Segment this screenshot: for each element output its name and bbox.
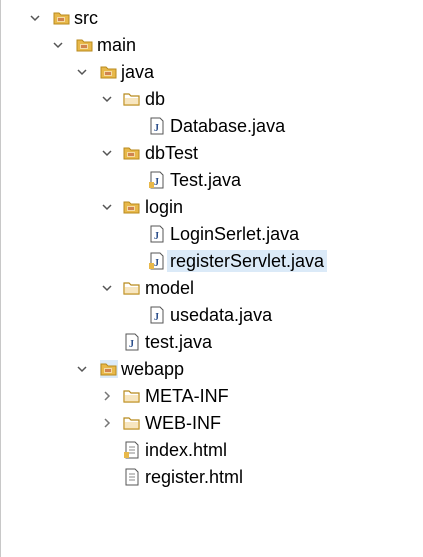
tree-item-register-html[interactable]: register.html: [0, 464, 423, 491]
chevron-down-icon[interactable]: [29, 12, 41, 24]
package-folder-icon: [100, 63, 118, 81]
package-folder-icon: [76, 36, 94, 54]
java-file-modified-icon: J: [148, 252, 166, 270]
tree-item-label: dbTest: [145, 143, 199, 163]
chevron-down-icon[interactable]: [52, 39, 64, 51]
tree-item-label: main: [97, 35, 137, 55]
tree-item-db[interactable]: db: [0, 86, 423, 113]
tree-item-label: webapp: [121, 359, 185, 379]
java-file-icon: J: [148, 225, 166, 243]
svg-text:J: J: [154, 231, 159, 242]
tree-item-label: registerServlet.java: [167, 250, 328, 272]
package-folder-icon: [123, 144, 141, 162]
chevron-down-icon[interactable]: [101, 282, 113, 294]
chevron-right-icon[interactable]: [101, 417, 113, 429]
svg-text:J: J: [154, 312, 159, 323]
folder-icon: [123, 279, 141, 297]
tree-item-label: model: [145, 278, 195, 298]
tree-item-usedata-java[interactable]: J usedata.java: [0, 302, 423, 329]
java-file-icon: J: [123, 333, 141, 351]
package-folder-icon: [53, 9, 71, 27]
tree-item-loginserlet-java[interactable]: J LoginSerlet.java: [0, 221, 423, 248]
tree-item-registerservlet-java[interactable]: J registerServlet.java: [0, 248, 423, 275]
tree-item-label: db: [145, 89, 166, 109]
svg-text:J: J: [154, 177, 159, 188]
java-file-icon: J: [148, 306, 166, 324]
tree-item-model[interactable]: model: [0, 275, 423, 302]
folder-icon: [123, 90, 141, 108]
chevron-down-icon[interactable]: [101, 147, 113, 159]
tree-item-webapp[interactable]: webapp: [0, 356, 423, 383]
chevron-down-icon[interactable]: [76, 363, 88, 375]
folder-icon: [123, 414, 141, 432]
tree-item-label: usedata.java: [170, 305, 273, 325]
tree-item-login[interactable]: login: [0, 194, 423, 221]
tree-item-label: register.html: [145, 467, 244, 487]
java-file-modified-icon: J: [148, 171, 166, 189]
tree-item-test-java-lower[interactable]: J test.java: [0, 329, 423, 356]
tree-item-label: java: [121, 62, 155, 82]
java-file-icon: J: [148, 117, 166, 135]
chevron-right-icon[interactable]: [101, 390, 113, 402]
tree-item-index-html[interactable]: index.html: [0, 437, 423, 464]
tree-item-src[interactable]: src: [0, 5, 423, 32]
html-file-icon: [123, 468, 141, 486]
tree-item-web-inf[interactable]: WEB-INF: [0, 410, 423, 437]
tree-item-main[interactable]: main: [0, 32, 423, 59]
tree-item-label: Test.java: [170, 170, 242, 190]
tree-item-label: login: [145, 197, 184, 217]
chevron-down-icon[interactable]: [101, 201, 113, 213]
folder-icon: [123, 387, 141, 405]
tree-item-meta-inf[interactable]: META-INF: [0, 383, 423, 410]
tree-item-label: WEB-INF: [145, 413, 221, 433]
tree-item-label: test.java: [145, 332, 213, 352]
tree-item-label: META-INF: [145, 386, 229, 406]
tree-item-label: LoginSerlet.java: [170, 224, 300, 244]
tree-item-label: index.html: [145, 440, 228, 460]
svg-text:J: J: [154, 258, 159, 269]
tree-item-database-java[interactable]: J Database.java: [0, 113, 423, 140]
svg-text:J: J: [154, 123, 159, 134]
chevron-down-icon[interactable]: [101, 93, 113, 105]
html-file-modified-icon: [123, 441, 141, 459]
package-folder-icon: [123, 198, 141, 216]
tree-item-java[interactable]: java: [0, 59, 423, 86]
tree-item-label: src: [74, 8, 98, 28]
tree-item-label: Database.java: [170, 116, 286, 136]
svg-text:J: J: [129, 339, 134, 350]
package-folder-icon: [100, 360, 118, 378]
tree-item-dbtest[interactable]: dbTest: [0, 140, 423, 167]
tree-item-test-java[interactable]: J Test.java: [0, 167, 423, 194]
chevron-down-icon[interactable]: [76, 66, 88, 78]
